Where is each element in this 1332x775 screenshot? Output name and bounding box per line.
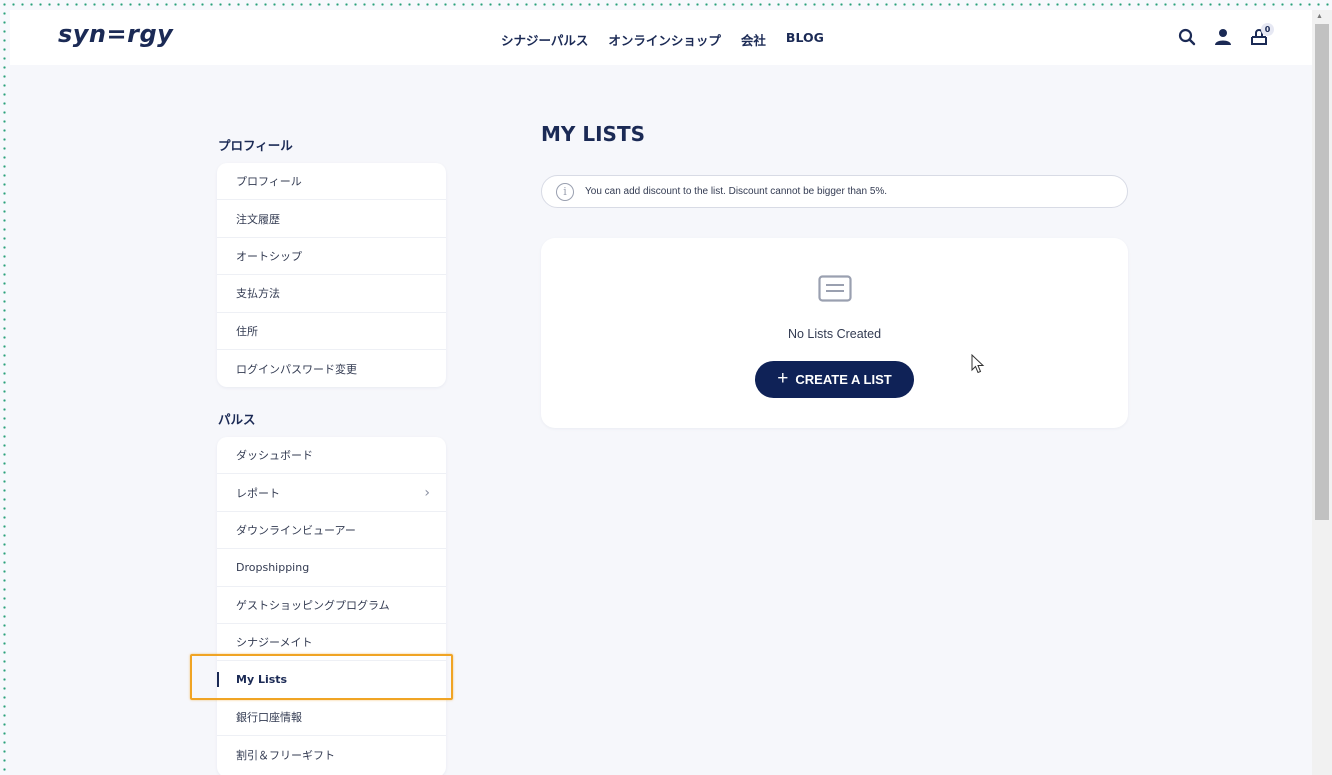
- page-title: MY LISTS: [541, 122, 645, 146]
- sidebar-item-profile[interactable]: プロフィール: [217, 163, 446, 201]
- sidebar-item-bank-account[interactable]: 銀行口座情報: [217, 699, 446, 737]
- discount-notice: i You can add discount to the list. Disc…: [541, 175, 1128, 208]
- search-icon[interactable]: [1176, 26, 1198, 48]
- create-list-button[interactable]: + CREATE A LIST: [755, 361, 914, 398]
- sidebar-item-address[interactable]: 住所: [217, 313, 446, 350]
- sidebar-item-synergy-mate[interactable]: シナジーメイト: [217, 624, 446, 662]
- active-indicator: [217, 672, 219, 688]
- sidebar-item-autoship[interactable]: オートシップ: [217, 238, 446, 276]
- cart-icon[interactable]: 0: [1248, 23, 1274, 48]
- empty-state-text: No Lists Created: [787, 327, 882, 341]
- sidebar-item-dropshipping[interactable]: Dropshipping: [217, 549, 446, 587]
- create-list-label: CREATE A LIST: [795, 372, 892, 387]
- nav-synergy-pulse[interactable]: シナジーパルス: [501, 30, 588, 49]
- sidebar-item-guest-shopping[interactable]: ゲストショッピングプログラム: [217, 587, 446, 624]
- synergy-logo[interactable]: syn=rgy: [58, 20, 173, 48]
- pulse-heading: パルス: [218, 412, 256, 427]
- chevron-right-icon: ›: [424, 485, 430, 502]
- pulse-menu: ダッシュボード レポート › ダウンラインビューアー Dropshipping …: [217, 437, 446, 775]
- notice-text: You can add discount to the list. Discou…: [585, 186, 888, 197]
- browser-viewport: syn=rgy シナジーパルス オンラインショップ 会社 BLOG 0 プロフィ…: [10, 10, 1312, 775]
- cart-count-badge: 0: [1261, 23, 1274, 36]
- sidebar-item-reports[interactable]: レポート ›: [217, 474, 446, 512]
- empty-lists-card: No Lists Created + CREATE A LIST: [541, 238, 1128, 428]
- sidebar-item-label: レポート: [236, 486, 280, 500]
- profile-menu: プロフィール 注文履歴 オートシップ 支払方法 住所 ログインパスワード変更: [217, 163, 446, 388]
- nav-company[interactable]: 会社: [741, 30, 766, 49]
- list-icon: [818, 275, 852, 302]
- sidebar-item-change-password[interactable]: ログインパスワード変更: [217, 350, 446, 387]
- sidebar-item-my-lists[interactable]: My Lists: [217, 661, 446, 699]
- user-icon[interactable]: [1212, 26, 1234, 48]
- sidebar-item-discounts-gifts[interactable]: 割引＆フリーギフト: [217, 736, 446, 773]
- nav-blog[interactable]: BLOG: [786, 30, 824, 49]
- scroll-up-arrow-icon[interactable]: ▲: [1316, 13, 1323, 20]
- profile-heading: プロフィール: [218, 138, 293, 153]
- site-header: syn=rgy シナジーパルス オンラインショップ 会社 BLOG 0: [10, 10, 1312, 65]
- sidebar-item-dashboard[interactable]: ダッシュボード: [217, 437, 446, 475]
- sidebar-item-downline-viewer[interactable]: ダウンラインビューアー: [217, 512, 446, 550]
- header-icons: 0: [1176, 23, 1274, 48]
- mouse-pointer-icon: [971, 354, 985, 374]
- nav-online-shop[interactable]: オンラインショップ: [608, 30, 721, 49]
- sidebar-item-order-history[interactable]: 注文履歴: [217, 200, 446, 238]
- sidebar-item-label: My Lists: [236, 673, 288, 687]
- scrollbar-thumb[interactable]: [1315, 24, 1329, 520]
- plus-icon: +: [777, 368, 789, 389]
- sidebar-item-payment-methods[interactable]: 支払方法: [217, 275, 446, 313]
- main-nav: シナジーパルス オンラインショップ 会社 BLOG: [501, 30, 824, 49]
- info-icon: i: [556, 182, 574, 201]
